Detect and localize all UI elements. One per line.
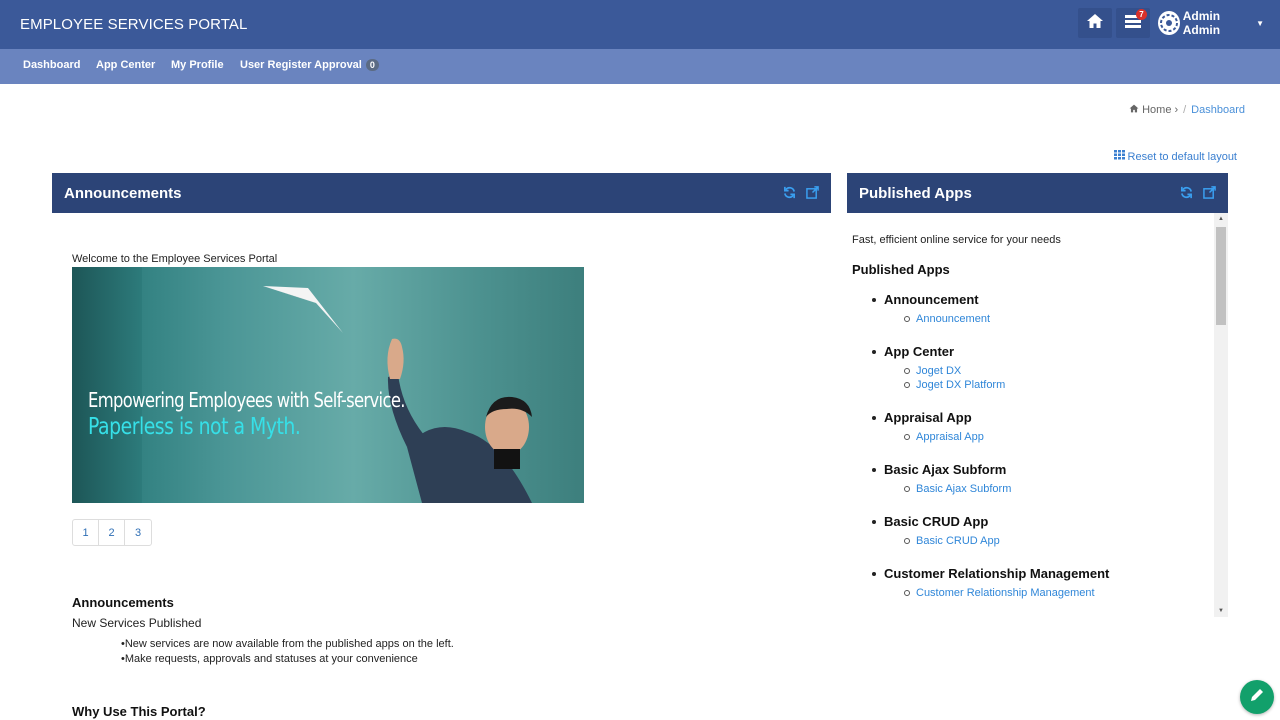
app-link[interactable]: Basic CRUD App — [903, 534, 1000, 548]
announcement-banner-image: Empowering Employees with Self-service. … — [72, 267, 584, 503]
app-link[interactable]: Customer Relationship Management — [903, 586, 1109, 600]
banner-illustration — [263, 286, 532, 503]
app-group-basic-ajax-subform: Basic Ajax Subform Basic Ajax Subform — [870, 462, 1011, 496]
announcements-bullet-list: New services are now available from the … — [121, 637, 454, 667]
nav-user-register-approval[interactable]: User Register Approval 0 — [240, 59, 379, 71]
announcements-heading: Announcements — [72, 595, 174, 610]
app-group-app-center: App Center Joget DX Joget DX Platform — [870, 344, 1005, 392]
app-link[interactable]: Basic Ajax Subform — [903, 482, 1011, 496]
nav-dashboard[interactable]: Dashboard — [23, 59, 80, 71]
pager-page-2[interactable]: 2 — [99, 520, 125, 545]
banner-headline: Empowering Employees with Self-service. — [88, 388, 405, 412]
published-apps-panel-title: Published Apps — [859, 184, 972, 202]
app-name: Announcement — [870, 292, 990, 307]
scroll-down-arrow-icon[interactable]: ▼ — [1214, 605, 1228, 617]
announcements-subheading: New Services Published — [72, 616, 202, 630]
chevron-down-icon: ▼ — [1256, 18, 1264, 28]
announcements-panel-header: Announcements — [52, 173, 831, 213]
published-apps-tagline: Fast, efficient online service for your … — [852, 234, 1061, 246]
app-group-announcement: Announcement Announcement — [870, 292, 990, 326]
welcome-text: Welcome to the Employee Services Portal — [72, 253, 278, 265]
top-header: EMPLOYEE SERVICES PORTAL 7 Admin Admin ▼ — [0, 0, 1280, 49]
app-name: Customer Relationship Management — [870, 566, 1109, 581]
app-link[interactable]: Announcement — [903, 312, 990, 326]
pager-page-3[interactable]: 3 — [125, 520, 151, 545]
portal-title: EMPLOYEE SERVICES PORTAL — [20, 16, 248, 33]
carousel-pager: 1 2 3 — [72, 519, 152, 546]
banner-tagline: Paperless is not a Myth. — [88, 414, 301, 440]
app-group-appraisal-app: Appraisal App Appraisal App — [870, 410, 984, 444]
home-icon — [1086, 13, 1104, 34]
app-link[interactable]: Appraisal App — [903, 430, 984, 444]
reset-layout-link[interactable]: Reset to default layout — [1113, 150, 1237, 163]
app-name: Basic Ajax Subform — [870, 462, 1011, 477]
announcements-panel-title: Announcements — [64, 184, 182, 202]
app-name: Appraisal App — [870, 410, 984, 425]
user-name: Admin Admin — [1182, 9, 1221, 37]
user-menu[interactable]: Admin Admin ▼ — [1154, 8, 1264, 38]
nav-user-register-approval-label: User Register Approval — [240, 59, 362, 71]
tasks-button[interactable]: 7 — [1116, 8, 1150, 38]
announcements-panel: Announcements — [52, 173, 831, 213]
published-apps-panel-header: Published Apps — [847, 173, 1228, 213]
app-group-crm: Customer Relationship Management Custome… — [870, 566, 1109, 600]
edit-page-button[interactable] — [1240, 680, 1274, 714]
scroll-thumb[interactable] — [1216, 227, 1226, 325]
tasks-count-badge: 7 — [1136, 9, 1147, 20]
home-button[interactable] — [1078, 8, 1112, 38]
external-link-icon[interactable] — [1202, 185, 1216, 199]
avatar — [1158, 11, 1180, 35]
pager-page-1[interactable]: 1 — [73, 520, 99, 545]
breadcrumb-separator: / — [1183, 104, 1187, 116]
breadcrumb: Home › / Dashboard — [1129, 104, 1245, 116]
refresh-icon[interactable] — [782, 185, 796, 199]
main-nav: Dashboard App Center My Profile User Reg… — [0, 49, 1280, 84]
why-use-heading: Why Use This Portal? — [72, 704, 206, 719]
nav-app-center[interactable]: App Center — [96, 59, 155, 71]
refresh-icon[interactable] — [1179, 185, 1193, 199]
home-small-icon — [1129, 104, 1139, 116]
app-name: App Center — [870, 344, 1005, 359]
breadcrumb-arrow-icon: › — [1174, 104, 1179, 116]
list-item: New services are now available from the … — [121, 637, 454, 652]
approval-count-badge: 0 — [365, 59, 379, 71]
app-name: Basic CRUD App — [870, 514, 1000, 529]
grid-icon — [1113, 150, 1125, 163]
published-apps-panel: Published Apps — [847, 173, 1228, 213]
app-link[interactable]: Joget DX — [903, 364, 1005, 378]
app-link[interactable]: Joget DX Platform — [903, 378, 1005, 392]
list-item: Make requests, approvals and statuses at… — [121, 652, 454, 667]
reset-layout-label: Reset to default layout — [1127, 150, 1237, 163]
published-apps-heading: Published Apps — [852, 262, 950, 277]
nav-my-profile[interactable]: My Profile — [171, 59, 224, 71]
breadcrumb-home[interactable]: Home — [1142, 104, 1171, 116]
external-link-icon[interactable] — [805, 185, 819, 199]
pencil-icon — [1249, 687, 1265, 708]
scroll-up-arrow-icon[interactable]: ▲ — [1214, 213, 1228, 225]
app-group-basic-crud-app: Basic CRUD App Basic CRUD App — [870, 514, 1000, 548]
breadcrumb-current[interactable]: Dashboard — [1191, 104, 1245, 116]
published-apps-scrollbar[interactable]: ▲ ▼ — [1214, 213, 1228, 617]
